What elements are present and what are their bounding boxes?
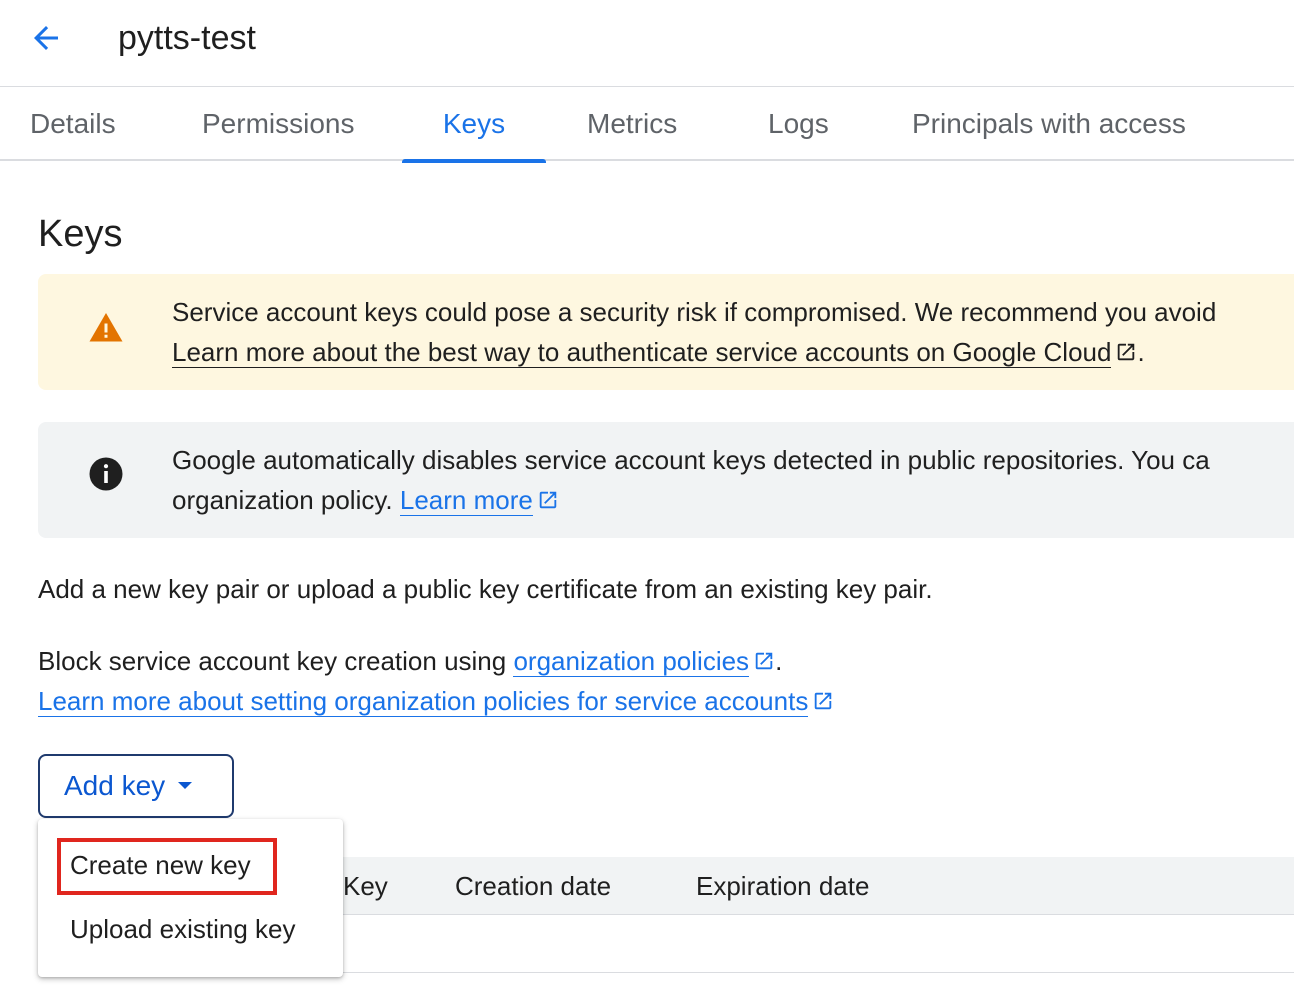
open-in-new-icon bbox=[815, 692, 832, 710]
add-key-menu: Create new key Upload existing key bbox=[38, 819, 343, 977]
open-in-new-icon bbox=[1118, 343, 1135, 361]
open-in-new-icon bbox=[539, 491, 557, 509]
warning-message: Service account keys could pose a securi… bbox=[172, 297, 1217, 327]
tab-bar: Details Permissions Keys Metrics Logs Pr… bbox=[0, 87, 1294, 163]
open-in-new-icon bbox=[755, 652, 773, 670]
page-header: pytts-test bbox=[0, 0, 1294, 87]
warning-banner: Service account keys could pose a securi… bbox=[38, 274, 1294, 390]
menu-item-create-new-key[interactable]: Create new key bbox=[38, 835, 343, 895]
add-key-label: Add key bbox=[64, 770, 166, 801]
column-header-creation-date[interactable]: Creation date bbox=[455, 857, 611, 915]
dropdown-arrow-icon bbox=[178, 782, 193, 789]
tab-logs[interactable]: Logs bbox=[728, 87, 869, 161]
tab-permissions[interactable]: Permissions bbox=[162, 87, 394, 161]
warning-trailing: . bbox=[1137, 337, 1145, 367]
policy-learn-more-line: Learn more about setting organization po… bbox=[38, 681, 834, 721]
org-policies-learn-more-link[interactable]: Learn more about setting organization po… bbox=[38, 686, 809, 717]
info-banner: Google automatically disables service ac… bbox=[38, 422, 1294, 538]
menu-item-upload-existing-key[interactable]: Upload existing key bbox=[38, 899, 343, 959]
back-button[interactable] bbox=[22, 18, 70, 58]
info-message-line2: organization policy. bbox=[172, 485, 393, 515]
policy-suffix: . bbox=[775, 646, 783, 676]
column-header-expiration-date[interactable]: Expiration date bbox=[696, 857, 869, 915]
authenticate-learn-more-link[interactable]: Learn more about the best way to authent… bbox=[172, 337, 1112, 368]
page-title: pytts-test bbox=[118, 19, 256, 57]
policy-line: Block service account key creation using… bbox=[38, 641, 782, 681]
tab-keys[interactable]: Keys bbox=[402, 87, 546, 163]
keys-description: Add a new key pair or upload a public ke… bbox=[38, 574, 933, 604]
info-learn-more-link[interactable]: Learn more bbox=[399, 485, 533, 516]
warning-text: Service account keys could pose a securi… bbox=[172, 292, 1294, 372]
info-icon bbox=[89, 457, 123, 491]
arrow-back-icon bbox=[34, 26, 58, 50]
warning-icon bbox=[89, 313, 123, 342]
organization-policies-link[interactable]: organization policies bbox=[513, 646, 750, 677]
column-header-key[interactable]: Key bbox=[343, 857, 388, 915]
add-key-button[interactable]: Add key bbox=[38, 754, 234, 818]
tab-details[interactable]: Details bbox=[0, 87, 156, 161]
policy-prefix: Block service account key creation using bbox=[38, 646, 507, 676]
info-message: Google automatically disables service ac… bbox=[172, 445, 1210, 475]
section-title: Keys bbox=[38, 213, 123, 255]
info-text: Google automatically disables service ac… bbox=[172, 440, 1294, 520]
tab-principals-with-access[interactable]: Principals with access bbox=[872, 87, 1226, 161]
tab-metrics[interactable]: Metrics bbox=[547, 87, 717, 161]
